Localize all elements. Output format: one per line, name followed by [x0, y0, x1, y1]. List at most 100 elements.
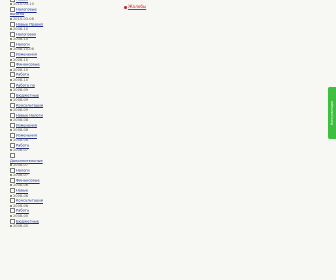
news-item-link[interactable]: Налоговая — [16, 33, 36, 37]
bullet-icon — [10, 78, 12, 81]
bullet-icon — [10, 204, 12, 207]
document-icon — [10, 42, 15, 48]
document-icon — [10, 52, 15, 58]
bullet-icon — [10, 38, 12, 41]
news-item-date: 2008-08 — [13, 118, 29, 123]
news-item-date: 2008-07 — [13, 148, 29, 153]
news-item-link[interactable]: Новые — [16, 189, 28, 193]
bullet-icon — [10, 109, 12, 112]
bullet-icon — [10, 28, 12, 31]
news-item-link[interactable]: Новые Правил — [16, 22, 43, 26]
document-icon — [10, 82, 15, 88]
bullet-icon — [10, 18, 12, 21]
document-icon — [10, 218, 15, 224]
bullet-icon — [10, 129, 12, 132]
news-item-date: 2008-05 — [13, 213, 29, 218]
news-item-date: 2008-06 — [13, 183, 29, 188]
news-list-item: Налоговые вычеты 2010-03-08 — [10, 7, 44, 22]
bullet-icon — [10, 194, 12, 197]
news-list-item: Изменения 2008-08 — [10, 133, 44, 143]
document-icon — [10, 62, 15, 68]
document-icon — [10, 7, 15, 13]
news-item-link[interactable]: Финансовые — [16, 63, 40, 67]
news-item-date: 2008-10-06 — [13, 47, 34, 52]
page: Новые2010-03-10Налоговые вычеты2010-03-0… — [0, 0, 336, 280]
document-icon — [10, 21, 15, 27]
feedback-side-tab[interactable]: Консультация — [328, 87, 336, 139]
news-list-item: Работа 2008-07 — [10, 143, 44, 153]
news-item-date: 2008-10 — [13, 77, 29, 82]
news-list-item: Новые Налоги 2008-08 — [10, 112, 44, 123]
news-item-link[interactable]: Дополнительные — [10, 159, 43, 163]
news-item-link[interactable]: Работа — [16, 144, 29, 148]
document-icon — [10, 92, 15, 98]
news-item-link[interactable]: Бюджетные — [16, 93, 39, 97]
bullet-icon — [10, 139, 12, 142]
news-item-date: 2008-09 — [13, 97, 29, 102]
document-icon — [10, 122, 15, 128]
news-item-date: 2010-03-10 — [13, 2, 34, 7]
news-list-item: Изменения 2008-08 — [10, 122, 44, 133]
news-item-date: 2008-09 — [13, 87, 29, 92]
news-list-item: Налоги 2008-10-06 — [10, 42, 44, 52]
news-list-item: Налоговая 2008-10 — [10, 32, 44, 42]
document-icon — [10, 102, 15, 108]
news-list-item: Новые Правил 2008-10 — [10, 21, 44, 32]
ad-link[interactable]: Жалобы — [124, 4, 146, 9]
news-item-date: 2008-08 — [13, 128, 29, 133]
news-item-link[interactable]: Изменения — [16, 123, 37, 127]
ad-link-label: Жалобы — [128, 4, 147, 9]
news-list-item: Дополнительные 2008-07 — [10, 153, 44, 168]
document-icon — [10, 143, 15, 149]
bullet-icon — [124, 5, 127, 9]
news-item-date: 2008-06 — [13, 203, 29, 208]
document-icon — [10, 198, 15, 204]
news-item-link[interactable]: Работа — [16, 73, 29, 77]
document-icon — [10, 178, 15, 184]
news-item-link[interactable]: Новые Налоги — [16, 113, 43, 117]
bullet-icon — [10, 3, 12, 6]
news-item-date: 2008-05 — [13, 223, 29, 228]
bullet-icon — [10, 88, 12, 91]
news-item-date: 2010-03-08 — [13, 17, 34, 22]
news-item-link[interactable]: Консультации — [16, 199, 43, 203]
news-item-link[interactable]: Изменения — [16, 134, 37, 138]
news-item-date: 2008-10 — [13, 57, 29, 62]
news-item-date: 2008-06 — [13, 193, 29, 198]
news-item-link[interactable]: Изменения — [16, 53, 37, 57]
news-item-link[interactable]: Финансовые — [16, 179, 40, 183]
news-list-item: Налоги 2008-07 — [10, 168, 44, 178]
bullet-icon — [10, 48, 12, 51]
news-item-date: 2008-10 — [13, 67, 29, 72]
news-item-date: 2008-07 — [13, 173, 29, 178]
news-item-link[interactable]: Налоги — [16, 169, 30, 173]
news-item-date: 2008-10 — [13, 37, 29, 42]
bullet-icon — [10, 58, 12, 61]
bullet-icon — [10, 119, 12, 122]
news-list-item: Работа по 2008-09 — [10, 82, 44, 93]
news-item-link[interactable]: Налоги — [16, 43, 30, 47]
news-item-date: 2008-10 — [13, 27, 29, 32]
news-list-item: Новые2010-03-10 — [10, 0, 44, 7]
news-item-date: 2008-08 — [13, 138, 29, 143]
document-icon — [10, 168, 15, 174]
document-icon — [10, 32, 15, 38]
bullet-icon — [10, 68, 12, 71]
side-tab-label: Консультация — [330, 101, 334, 125]
bullet-icon — [10, 224, 12, 227]
news-item-link[interactable]: Бюджетные — [16, 219, 39, 223]
news-list-item: Консультации 2008-06 — [10, 198, 44, 208]
bullet-icon — [10, 149, 12, 152]
news-list-item: Финансовые 2008-06 — [10, 178, 44, 188]
news-list-item: Новые 2008-06 — [10, 188, 44, 198]
news-list-item: Консультации 2008-09 — [10, 102, 44, 113]
document-icon — [10, 188, 15, 194]
news-item-link[interactable]: Работа — [16, 209, 29, 213]
bullet-icon — [10, 184, 12, 187]
news-item-link[interactable]: Новые — [16, 0, 28, 2]
news-list-item: Работа 2008-05 — [10, 208, 44, 218]
news-item-link[interactable]: Консультации — [16, 103, 43, 107]
news-list-item: Бюджетные 2008-09 — [10, 92, 44, 103]
news-item-link[interactable]: Работа по — [16, 83, 35, 87]
news-list-item: Работа 2008-10 — [10, 72, 44, 82]
